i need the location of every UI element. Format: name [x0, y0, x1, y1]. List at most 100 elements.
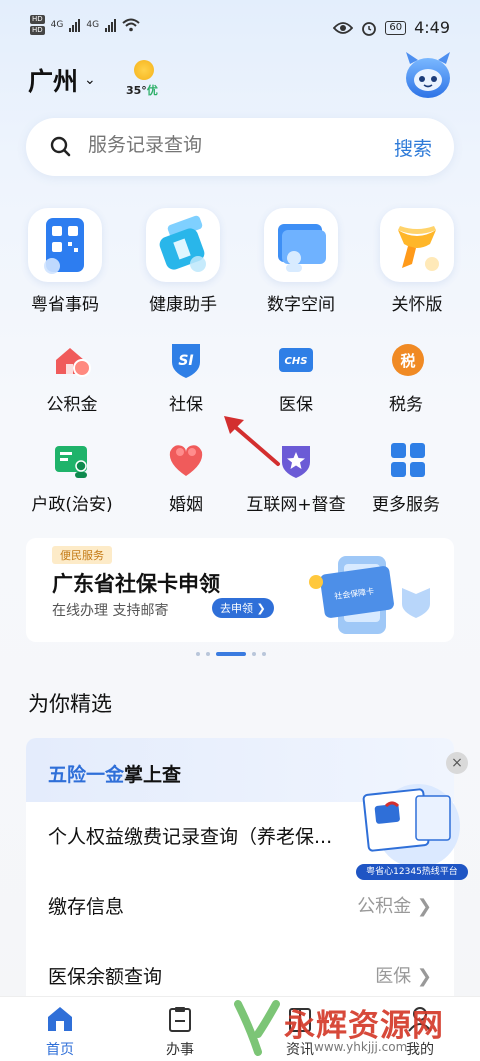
service-medical-insurance[interactable]: CHS	[276, 340, 316, 380]
category-label: 医保	[375, 966, 412, 987]
service-more[interactable]	[388, 440, 428, 480]
service-label: 更多服务	[372, 495, 440, 515]
hotline-illustration-icon	[362, 784, 460, 868]
svg-text:SI: SI	[178, 353, 193, 369]
mascot-avatar-icon[interactable]	[400, 50, 456, 100]
banner-tag: 便民服务	[52, 546, 112, 564]
battery-indicator: 60	[385, 20, 407, 35]
watermark-text: 永辉资源网	[284, 1008, 444, 1044]
carousel-dot-active	[216, 652, 246, 656]
tab-label: 首页	[46, 1042, 74, 1058]
clipboard-icon	[169, 1007, 191, 1032]
apply-button[interactable]: 去申领 ❯	[212, 598, 274, 618]
health-bag-icon	[159, 215, 206, 272]
hd-badge-1: HD	[30, 15, 45, 24]
folder-user-icon	[278, 224, 326, 272]
service-label: 数字空间	[267, 295, 335, 315]
carousel-indicator	[196, 652, 266, 656]
carousel-dot	[196, 652, 200, 656]
carousel-dot	[252, 652, 256, 656]
status-bar: HD HD 4G 4G 60 4:49	[0, 0, 480, 56]
list-item-category: 公积金 ❯	[357, 896, 432, 917]
chevron-down-icon: ⌄	[84, 72, 96, 88]
annotation-arrow-icon	[224, 416, 280, 466]
search-icon	[50, 136, 71, 157]
service-label: 健康助手	[149, 295, 217, 315]
list-item-label: 缴存信息	[48, 896, 125, 918]
watermark-logo-icon	[234, 1000, 280, 1056]
close-icon[interactable]: ×	[446, 752, 468, 774]
service-housing-fund[interactable]	[52, 340, 92, 380]
svg-text:税: 税	[400, 352, 415, 370]
hd-badge-2: HD	[30, 26, 45, 35]
city-selector[interactable]: 广州 ⌄	[28, 62, 96, 98]
list-item-category: 医保 ❯	[375, 966, 432, 987]
grid-icon	[391, 443, 425, 477]
banner-subtitle: 在线办理 支持邮寄	[52, 603, 169, 619]
city-name: 广州	[28, 67, 79, 96]
category-label: 公积金	[357, 896, 412, 917]
signal-icon	[69, 18, 81, 32]
search-button[interactable]: 搜索	[394, 134, 432, 161]
tab-services[interactable]: 办事	[120, 997, 240, 1061]
sun-icon	[134, 60, 154, 80]
search-bar[interactable]: 搜索	[26, 118, 454, 176]
hotline-label: 粤省心12345热线平台	[356, 864, 468, 880]
service-digital-space[interactable]	[264, 208, 338, 282]
service-label: 婚姻	[169, 495, 203, 515]
carousel-dot	[206, 652, 210, 656]
alarm-icon	[362, 21, 377, 36]
heart-icon	[169, 445, 203, 476]
service-yue-code[interactable]	[28, 208, 102, 282]
id-card-icon	[55, 446, 87, 478]
qr-code-phone-icon	[44, 218, 84, 274]
banner-title: 广东省社保卡申领	[52, 572, 220, 596]
hd-badges: HD HD	[30, 15, 45, 35]
weather-temp: 35°优	[126, 82, 158, 98]
net-label-2: 4G	[86, 20, 100, 30]
air-quality: 优	[146, 84, 158, 97]
card-title[interactable]: 五险一金掌上查	[48, 760, 181, 787]
section-title: 为你精选	[28, 692, 112, 716]
eye-icon	[333, 21, 354, 34]
hotline-promo[interactable]: 粤省心12345热线平台	[356, 776, 468, 884]
service-label: 关怀版	[391, 295, 443, 315]
home-icon	[48, 1007, 72, 1031]
carousel-dot	[262, 652, 266, 656]
temperature: 35°	[126, 84, 147, 97]
net-label-1: 4G	[50, 20, 64, 30]
service-tax[interactable]: 税	[388, 340, 428, 380]
service-social-security[interactable]: SI	[166, 340, 206, 380]
chs-card-icon: CHS	[279, 348, 313, 372]
weather-widget[interactable]: 35°优	[126, 60, 166, 100]
si-shield-icon: SI	[172, 344, 200, 378]
care-scarf-icon	[398, 226, 439, 271]
status-right: 60 4:49	[333, 18, 450, 37]
service-label: 粤省事码	[31, 295, 99, 315]
service-label: 税务	[389, 395, 423, 415]
service-care-mode[interactable]	[380, 208, 454, 282]
card-title-rest: 掌上查	[124, 764, 182, 786]
service-health-assistant[interactable]	[146, 208, 220, 282]
watermark-url: www.yhkjjj.com	[314, 1040, 408, 1054]
promo-banner[interactable]: 便民服务 广东省社保卡申领 在线办理 支持邮寄 去申领 ❯ 社会保障卡	[26, 538, 454, 642]
service-label: 公积金	[46, 395, 98, 415]
service-label: 户政(治安)	[31, 495, 113, 515]
list-item-label: 医保余额查询	[48, 966, 163, 988]
status-left: HD HD 4G 4G	[30, 15, 140, 35]
service-marriage[interactable]	[166, 440, 206, 480]
card-title-highlight: 五险一金	[48, 764, 125, 786]
wifi-icon	[122, 18, 140, 32]
tab-label: 办事	[166, 1042, 194, 1058]
house-coin-icon	[56, 348, 91, 377]
social-card-illustration-icon: 社会保障卡	[309, 556, 430, 634]
service-household[interactable]	[52, 440, 92, 480]
clock: 4:49	[414, 18, 450, 37]
tab-home[interactable]: 首页	[0, 997, 120, 1061]
signal-icon-2	[105, 18, 117, 32]
tax-icon: 税	[392, 344, 424, 376]
watermark: 永辉资源网 www.yhkjjj.com	[232, 996, 480, 1061]
service-label: 互联网+督查	[246, 495, 346, 515]
search-input[interactable]	[88, 134, 378, 156]
apply-button-label: 去申领	[220, 602, 253, 615]
